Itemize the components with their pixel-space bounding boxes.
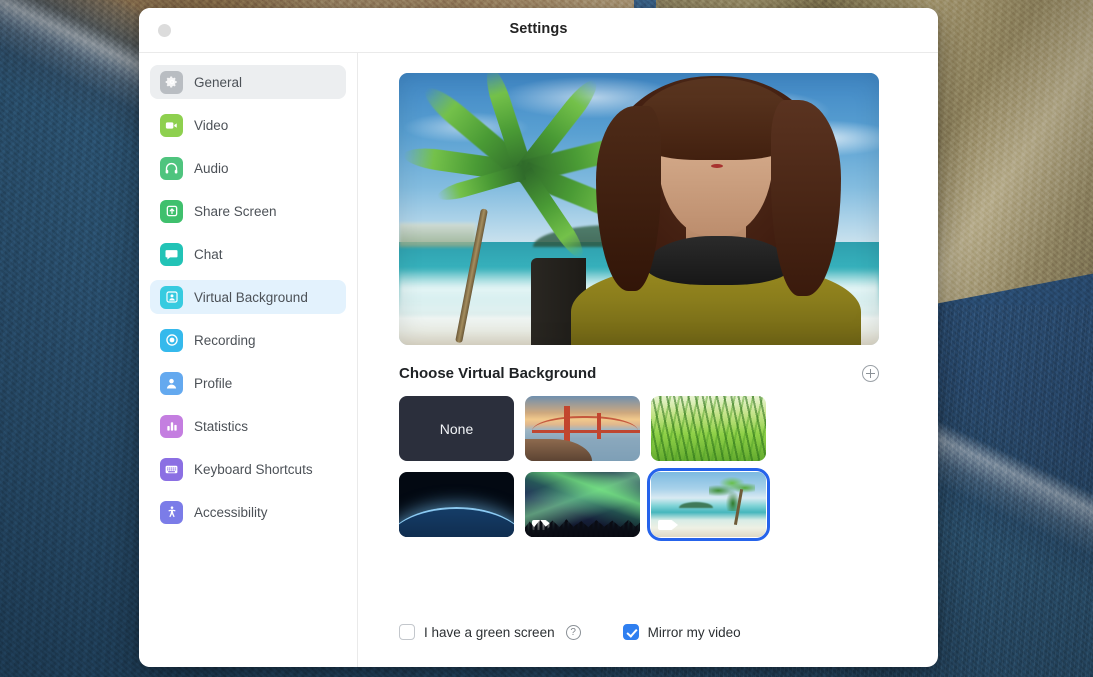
sidebar-item-chat[interactable]: Chat <box>150 237 346 271</box>
sidebar-item-label: Profile <box>194 375 233 391</box>
accessibility-icon <box>160 500 183 524</box>
sidebar-item-label: Chat <box>194 246 223 262</box>
section-header: Choose Virtual Background <box>399 365 879 382</box>
green-screen-label: I have a green screen <box>424 624 555 640</box>
sidebar-item-video[interactable]: Video <box>150 108 346 142</box>
video-badge-icon <box>658 520 678 530</box>
chat-bubble-icon <box>160 242 183 266</box>
sidebar-item-label: Video <box>194 117 229 133</box>
mirror-video-option[interactable]: Mirror my video <box>622 624 741 640</box>
window-titlebar: Settings <box>139 8 938 53</box>
sidebar-item-label: Share Screen <box>194 203 277 219</box>
video-camera-icon <box>160 113 183 137</box>
window-body: General Video Audio Share Screen Chat Vi… <box>139 53 938 667</box>
page-title: Choose Virtual Background <box>399 365 597 382</box>
sidebar-item-recording[interactable]: Recording <box>150 323 346 357</box>
sidebar-item-profile[interactable]: Profile <box>150 366 346 400</box>
background-thumbnail-bridge[interactable] <box>525 396 640 461</box>
bar-chart-icon <box>160 414 183 438</box>
window-title: Settings <box>509 21 568 37</box>
sidebar-item-share-screen[interactable]: Share Screen <box>150 194 346 228</box>
add-background-plus-icon[interactable] <box>862 365 879 382</box>
sidebar-item-audio[interactable]: Audio <box>150 151 346 185</box>
sidebar-item-label: Keyboard Shortcuts <box>194 461 313 477</box>
thumbnail-image-grass <box>651 396 766 461</box>
sidebar-item-accessibility[interactable]: Accessibility <box>150 495 346 529</box>
sidebar-item-statistics[interactable]: Statistics <box>150 409 346 443</box>
thumbnail-image-earth <box>399 472 514 537</box>
keyboard-icon <box>160 457 183 481</box>
settings-window: Settings General Video Audio Share Scree… <box>139 8 938 667</box>
thumbnail-image-golden-gate <box>525 396 640 461</box>
sidebar-item-virtual-background[interactable]: Virtual Background <box>150 280 346 314</box>
mirror-video-checkbox[interactable] <box>622 624 639 640</box>
video-preview[interactable] <box>399 73 879 345</box>
virtual-background-icon <box>160 285 183 309</box>
help-question-icon[interactable]: ? <box>565 624 581 640</box>
record-circle-icon <box>160 328 183 352</box>
headphones-icon <box>160 156 183 180</box>
background-thumbnail-aurora[interactable] <box>525 472 640 537</box>
virtual-background-panel: Choose Virtual Background None I have a … <box>358 53 938 667</box>
green-screen-checkbox[interactable] <box>399 624 415 640</box>
background-thumbnail-grid: None <box>399 396 891 541</box>
sidebar-item-label: Recording <box>194 332 256 348</box>
sidebar-item-label: Virtual Background <box>194 289 308 305</box>
virtual-background-options: I have a green screen ? Mirror my video <box>399 624 741 640</box>
background-thumbnail-beach[interactable] <box>647 468 770 541</box>
desktop-background: Settings General Video Audio Share Scree… <box>0 0 1093 677</box>
background-thumbnail-none[interactable]: None <box>399 396 514 461</box>
sidebar-item-label: Accessibility <box>194 504 268 520</box>
settings-sidebar: General Video Audio Share Screen Chat Vi… <box>139 53 358 667</box>
mirror-video-label: Mirror my video <box>647 624 741 640</box>
sidebar-item-label: Audio <box>194 160 229 176</box>
person-icon <box>160 371 183 395</box>
background-thumbnail-earth[interactable] <box>399 472 514 537</box>
share-screen-icon <box>160 199 183 223</box>
sidebar-item-label: General <box>194 74 243 90</box>
video-badge-icon <box>532 520 552 530</box>
gear-icon <box>160 70 183 94</box>
background-thumbnail-grass[interactable] <box>651 396 766 461</box>
sidebar-item-label: Statistics <box>194 418 249 434</box>
thumbnail-image-aurora <box>525 472 640 537</box>
thumbnail-image-beach <box>651 472 766 537</box>
preview-vignette <box>399 73 879 345</box>
sidebar-item-keyboard-shortcuts[interactable]: Keyboard Shortcuts <box>150 452 346 486</box>
green-screen-option[interactable]: I have a green screen ? <box>399 624 581 640</box>
thumbnail-none-label: None <box>399 396 514 461</box>
sidebar-item-general[interactable]: General <box>150 65 346 99</box>
